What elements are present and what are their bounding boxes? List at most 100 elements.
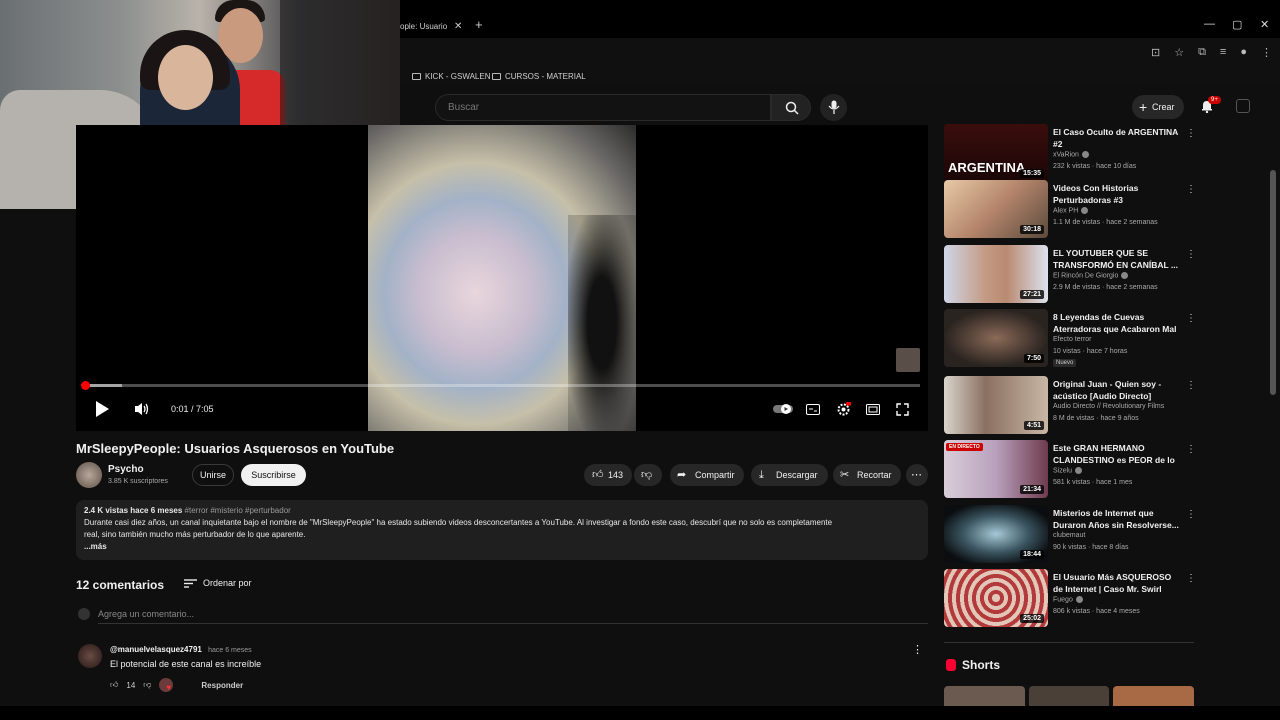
video-thumbnail[interactable]: 4:51: [944, 376, 1048, 434]
channel-name[interactable]: xVaRion: [1053, 151, 1089, 158]
more-actions-button[interactable]: ⋯: [906, 464, 928, 486]
video-title[interactable]: Misterios de Internet que Duraron Años s…: [1053, 507, 1181, 531]
more-vertical-icon[interactable]: ⋮: [1186, 184, 1196, 195]
maximize-icon[interactable]: ▢: [1232, 18, 1242, 31]
like-button[interactable]: 👍︎ 143: [584, 464, 632, 486]
video-title[interactable]: El Caso Oculto de ARGENTINA #2: [1053, 126, 1181, 150]
subtitles-icon[interactable]: [806, 404, 820, 415]
search-input[interactable]: Buscar: [435, 94, 771, 121]
short-thumbnail[interactable]: [944, 686, 1025, 706]
commenter-avatar[interactable]: [78, 644, 102, 668]
minimize-icon[interactable]: —: [1204, 18, 1215, 30]
autoplay-toggle-icon[interactable]: [773, 403, 793, 415]
theater-mode-icon[interactable]: [866, 404, 880, 415]
video-title[interactable]: Original Juan - Quien soy - acústico [Au…: [1053, 378, 1181, 402]
play-icon[interactable]: [94, 400, 110, 418]
video-title[interactable]: Videos Con Historias Perturbadoras #3: [1053, 182, 1181, 206]
video-thumbnail[interactable]: 18:44: [944, 505, 1048, 563]
short-thumbnail[interactable]: [1028, 686, 1110, 706]
comment-more-icon[interactable]: ⋮: [912, 643, 923, 656]
profile-icon[interactable]: ●: [1240, 46, 1247, 59]
video-thumbnail[interactable]: 25:02: [944, 569, 1048, 627]
page-scrollbar[interactable]: [1270, 170, 1276, 395]
sort-comments-button[interactable]: Ordenar por: [184, 578, 252, 588]
video-player[interactable]: 0:01 / 7:05: [76, 125, 928, 431]
video-thumbnail[interactable]: ARGENTINA 15:35: [944, 124, 1048, 182]
browser-tab[interactable]: ople: Usuario ✕: [400, 18, 466, 36]
more-vertical-icon[interactable]: ⋮: [1186, 128, 1196, 139]
end-card-thumbnail[interactable]: [896, 348, 920, 372]
hashtags[interactable]: #terror #misterio #perturbador: [185, 506, 291, 515]
more-vertical-icon[interactable]: ⋮: [1186, 444, 1196, 455]
channel-name[interactable]: Alex PH: [1053, 207, 1089, 214]
more-vertical-icon[interactable]: ⋮: [1186, 313, 1196, 324]
bookmark-cursos[interactable]: CURSOS - MATERIAL: [492, 72, 586, 81]
comment-dislike-icon[interactable]: 👎︎: [143, 680, 151, 690]
media-icon[interactable]: ≡: [1220, 46, 1226, 59]
download-button[interactable]: ⤓ Descargar: [751, 464, 828, 486]
recommended-video[interactable]: 30:18 Videos Con Historias Perturbadoras…: [944, 180, 1196, 242]
video-title[interactable]: Este GRAN HERMANO CLANDESTINO es PEOR de…: [1053, 442, 1181, 466]
add-comment-input[interactable]: Agrega un comentario...: [98, 609, 928, 624]
fullscreen-icon[interactable]: [896, 403, 909, 416]
clip-button[interactable]: ✂ Recortar: [833, 464, 901, 486]
video-duration: 25:02: [1020, 614, 1044, 623]
subscribe-button[interactable]: Suscribirse: [241, 464, 306, 486]
comment-author[interactable]: @manuelvelasquez4791 hace 6 meses: [110, 645, 252, 654]
create-button[interactable]: + Crear: [1132, 95, 1184, 119]
account-avatar[interactable]: [1236, 99, 1250, 113]
extensions-icon[interactable]: ⧉: [1198, 46, 1206, 59]
channel-name[interactable]: El Rincón De Giorgio: [1053, 272, 1129, 279]
short-thumbnail[interactable]: [1113, 686, 1195, 706]
channel-name[interactable]: Psycho: [108, 464, 144, 475]
star-icon[interactable]: ☆: [1174, 46, 1184, 59]
video-thumbnail[interactable]: 27:21: [944, 245, 1048, 303]
video-thumbnail[interactable]: 7:50: [944, 309, 1048, 367]
tab-close-icon[interactable]: ✕: [454, 18, 462, 36]
more-vertical-icon[interactable]: ⋮: [1186, 573, 1196, 584]
video-title[interactable]: El Usuario Más ASQUEROSO de Internet | C…: [1053, 571, 1181, 595]
share-button[interactable]: ➦ Compartir: [670, 464, 744, 486]
menu-icon[interactable]: ⋮: [1261, 46, 1272, 59]
recommended-video[interactable]: 18:44 Misterios de Internet que Duraron …: [944, 505, 1196, 567]
comment-like-icon[interactable]: 👍︎: [110, 680, 118, 690]
video-thumbnail[interactable]: EN DIRECTO 21:34: [944, 440, 1048, 498]
address-bar[interactable]: ⊡ ☆ ⧉ ≡ ● ⋮: [400, 38, 1280, 68]
channel-name[interactable]: Audio Directo // Revolutionary Films: [1053, 403, 1164, 410]
recommended-video[interactable]: EN DIRECTO 21:34 Este GRAN HERMANO CLAND…: [944, 440, 1196, 502]
video-title[interactable]: 8 Leyendas de Cuevas Aterradoras que Aca…: [1053, 311, 1181, 335]
recommended-video[interactable]: 25:02 El Usuario Más ASQUEROSO de Intern…: [944, 569, 1196, 631]
verified-icon: [1081, 151, 1089, 158]
voice-search-button[interactable]: [820, 94, 847, 121]
more-vertical-icon[interactable]: ⋮: [1186, 380, 1196, 391]
more-vertical-icon[interactable]: ⋮: [1186, 509, 1196, 520]
volume-icon[interactable]: [134, 402, 150, 416]
description-box[interactable]: 2.4 K vistas hace 6 meses #terror #miste…: [76, 500, 928, 560]
show-more-link[interactable]: ...más: [84, 541, 920, 553]
video-thumbnail[interactable]: 30:18: [944, 180, 1048, 238]
reply-button[interactable]: Responder: [201, 681, 243, 690]
channel-avatar[interactable]: [76, 462, 102, 488]
channel-name[interactable]: Fuego: [1053, 596, 1083, 603]
bookmark-kick[interactable]: KICK - GSWALEN: [412, 72, 491, 81]
verified-icon: [1075, 467, 1083, 474]
recommended-video[interactable]: 27:21 EL YOUTUBER QUE SE TRANSFORMÓ EN C…: [944, 245, 1196, 307]
progress-bar[interactable]: [84, 384, 920, 387]
recommended-video[interactable]: 7:50 8 Leyendas de Cuevas Aterradoras qu…: [944, 309, 1196, 371]
settings-gear-icon[interactable]: [836, 402, 851, 417]
search-button[interactable]: [771, 94, 811, 121]
channel-name[interactable]: Efecto terror: [1053, 336, 1092, 343]
verified-icon: [1081, 207, 1089, 214]
video-title[interactable]: EL YOUTUBER QUE SE TRANSFORMÓ EN CANÍBAL…: [1053, 247, 1181, 271]
channel-name[interactable]: clubemaut: [1053, 532, 1085, 539]
install-icon[interactable]: ⊡: [1151, 46, 1160, 59]
recommended-video[interactable]: 4:51 Original Juan - Quien soy - acústic…: [944, 376, 1196, 438]
dislike-button[interactable]: 👎︎: [634, 464, 662, 486]
window-close-icon[interactable]: ✕: [1260, 18, 1269, 31]
new-tab-icon[interactable]: +: [475, 17, 483, 32]
join-button[interactable]: Unirse: [192, 464, 234, 486]
channel-name[interactable]: Sizelu: [1053, 467, 1083, 474]
scrubber-handle[interactable]: [81, 381, 90, 390]
more-vertical-icon[interactable]: ⋮: [1186, 249, 1196, 260]
recommended-video[interactable]: ARGENTINA 15:35 El Caso Oculto de ARGENT…: [944, 124, 1196, 186]
